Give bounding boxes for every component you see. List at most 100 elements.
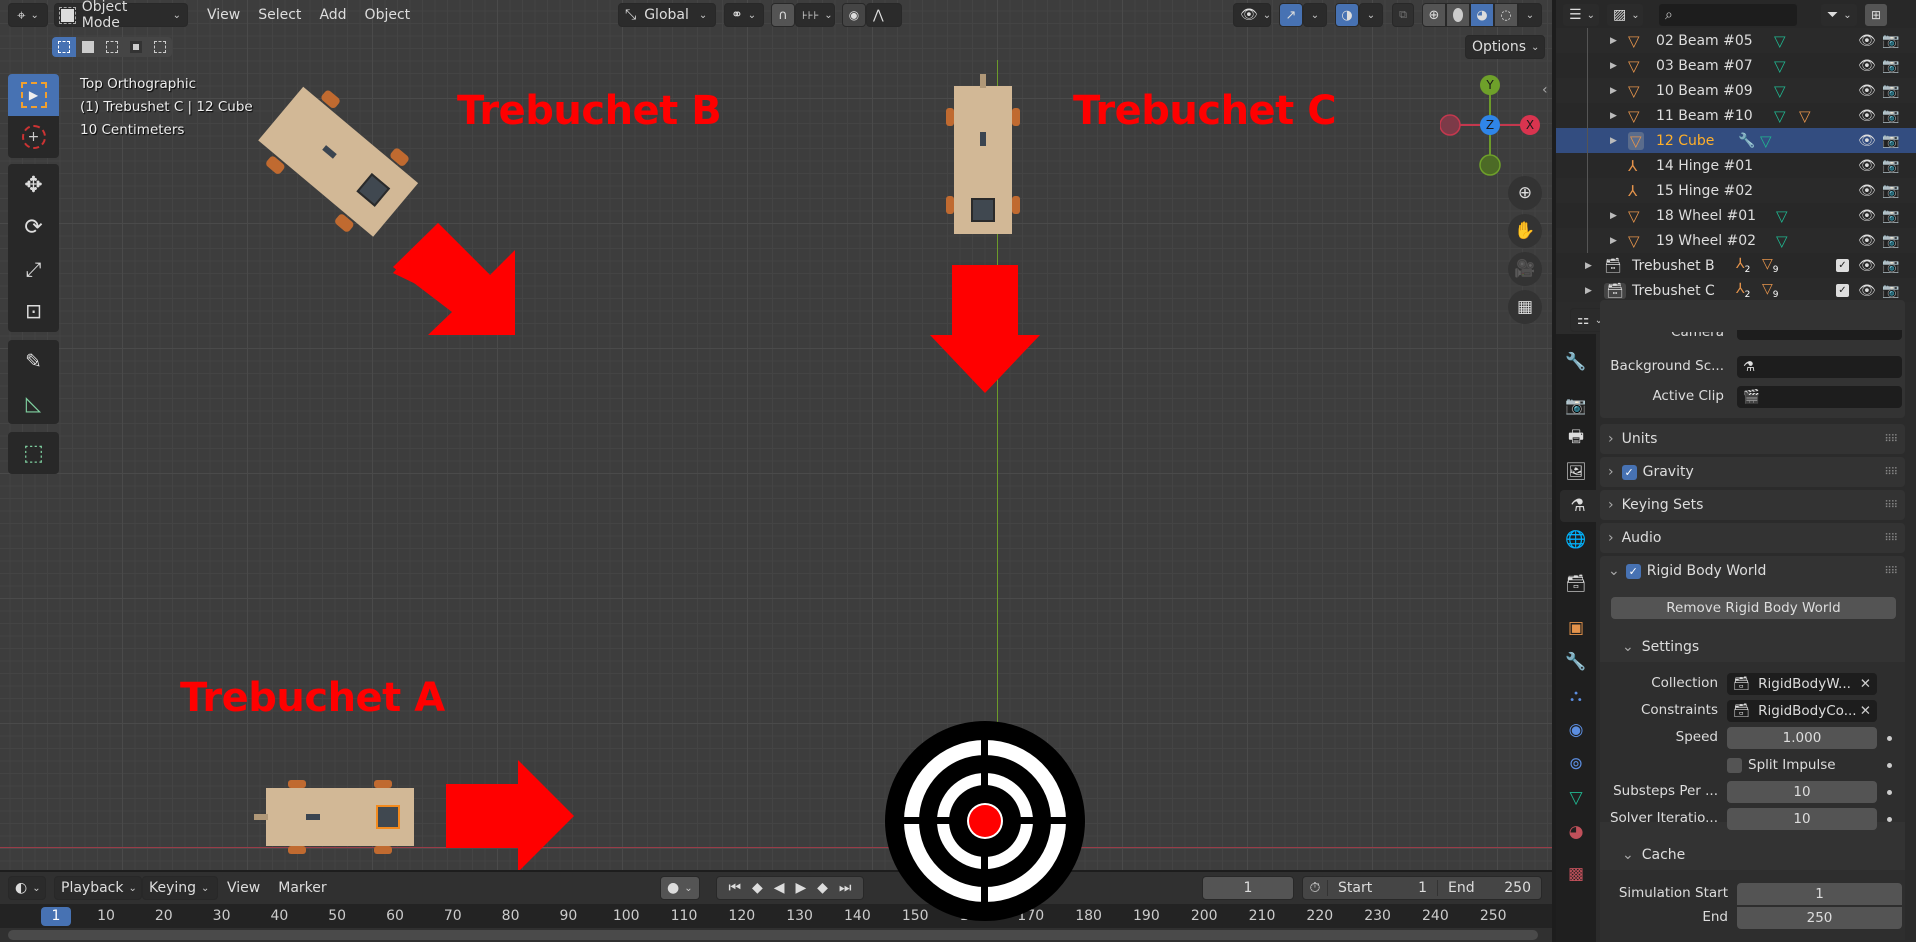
- proportional-edit-toggle[interactable]: ◉: [842, 3, 866, 27]
- cache-subpanel-header[interactable]: ⌄ Cache: [1600, 840, 1905, 870]
- visibility-eye-icon[interactable]: 👁: [1858, 258, 1876, 274]
- split-impulse-checkbox[interactable]: Split Impulse: [1727, 757, 1836, 773]
- play-icon[interactable]: ▶: [795, 880, 806, 896]
- drag-handle-icon[interactable]: ⠿⠿: [1884, 533, 1898, 544]
- overlays-dropdown[interactable]: ⌄: [1359, 3, 1383, 27]
- pan-button[interactable]: ✋: [1508, 214, 1542, 248]
- visibility-eye-icon[interactable]: 👁: [1858, 233, 1876, 249]
- transform-orientation-dropdown[interactable]: ⤡ Global ⌄: [618, 3, 716, 27]
- 3d-viewport[interactable]: ⌖ ⌄ Object Mode ⌄ View Select Add Object ⤡…: [0, 0, 1552, 870]
- outliner-row[interactable]: ⅄ 14 Hinge #01 👁 📷: [1556, 153, 1916, 178]
- tool-select-box[interactable]: ▶: [8, 74, 59, 116]
- filter-view-dropdown[interactable]: ▨ ⌄: [1606, 3, 1644, 27]
- next-keyframe-icon[interactable]: ◆: [817, 880, 828, 896]
- filter-dropdown[interactable]: ⏷ ⌄: [1820, 3, 1858, 27]
- panel-units[interactable]: › Units ⠿⠿: [1600, 424, 1905, 454]
- playhead[interactable]: 1: [41, 907, 71, 926]
- expand-arrow-icon[interactable]: ▶: [1610, 236, 1617, 246]
- outliner-row[interactable]: ▶ ▽ 12 Cube 🔧 ▽ 👁 📷: [1556, 128, 1916, 153]
- tab-texture[interactable]: ▩: [1560, 858, 1592, 890]
- panel-gravity[interactable]: › ✓ Gravity ⠿⠿: [1600, 457, 1905, 487]
- select-subtract-button[interactable]: [100, 37, 124, 57]
- visibility-eye-icon[interactable]: 👁: [1858, 133, 1876, 149]
- tab-collection[interactable]: 🗃: [1560, 568, 1592, 600]
- select-extend-button[interactable]: [76, 37, 100, 57]
- tool-move[interactable]: ✥: [8, 164, 59, 206]
- gizmo-y-negative[interactable]: [1479, 154, 1501, 176]
- simulation-start-field[interactable]: 1: [1737, 883, 1902, 905]
- keying-dropdown[interactable]: Keying ⌄: [142, 876, 218, 900]
- prev-keyframe-icon[interactable]: ◆: [752, 880, 763, 896]
- visibility-eye-icon[interactable]: 👁: [1858, 158, 1876, 174]
- mode-dropdown[interactable]: Object Mode ⌄: [54, 0, 188, 31]
- exclude-checkbox[interactable]: ✓: [1836, 259, 1849, 272]
- expand-arrow-icon[interactable]: ▶: [1610, 211, 1617, 221]
- end-frame-field[interactable]: End 250: [1437, 880, 1541, 896]
- visibility-eye-icon[interactable]: 👁: [1858, 183, 1876, 199]
- select-intersect-button[interactable]: [148, 37, 172, 57]
- jump-end-icon[interactable]: ⏭: [839, 880, 852, 896]
- shading-wireframe[interactable]: ⊕: [1422, 3, 1446, 27]
- menu-add[interactable]: Add: [310, 7, 355, 23]
- outliner-row[interactable]: ⅄ 15 Hinge #02 👁 📷: [1556, 178, 1916, 203]
- outliner-collection-row[interactable]: ▶ 🗃 Trebushet B ⅄2 ▽9 ✓ 👁 📷: [1556, 253, 1916, 278]
- expand-arrow-icon[interactable]: ▶: [1610, 61, 1617, 71]
- tool-rotate[interactable]: ⟳: [8, 206, 59, 248]
- keyframe-dot[interactable]: [1887, 736, 1892, 741]
- visibility-eye-icon[interactable]: 👁: [1858, 83, 1876, 99]
- outliner-row[interactable]: ▶ ▽ 18 Wheel #01 ▽ 👁 📷: [1556, 203, 1916, 228]
- tab-output[interactable]: 🖶: [1560, 422, 1592, 454]
- tool-scale[interactable]: ⤢: [8, 248, 59, 290]
- outliner-row[interactable]: ▶ ▽ 10 Beam #09 ▽ 👁 📷: [1556, 78, 1916, 103]
- frame-ruler[interactable]: 1 10203040506070809010011012013014015016…: [0, 904, 1552, 928]
- tool-cursor[interactable]: +: [8, 116, 59, 158]
- editor-type-button[interactable]: ⌖ ⌄: [8, 3, 48, 27]
- xray-toggle[interactable]: ⧉: [1392, 3, 1414, 27]
- panel-audio[interactable]: › Audio ⠿⠿: [1600, 523, 1905, 553]
- tool-add-cube[interactable]: ⬚: [8, 432, 59, 474]
- drag-handle-icon[interactable]: ⠿⠿: [1884, 500, 1898, 511]
- navigation-gizmo[interactable]: Y X Z: [1440, 70, 1540, 180]
- render-camera-icon[interactable]: 📷: [1882, 133, 1899, 149]
- panel-keying-sets[interactable]: › Keying Sets ⠿⠿: [1600, 490, 1905, 520]
- expand-arrow-icon[interactable]: ▶: [1610, 36, 1617, 46]
- tab-world[interactable]: 🌐: [1560, 524, 1592, 556]
- sidebar-toggle[interactable]: ‹: [1542, 82, 1548, 98]
- render-camera-icon[interactable]: 📷: [1882, 83, 1899, 99]
- render-camera-icon[interactable]: 📷: [1882, 108, 1899, 124]
- collection-field[interactable]: 🗃 RigidBodyW... ✕: [1727, 673, 1877, 695]
- shading-material[interactable]: ◕: [1470, 3, 1494, 27]
- visibility-eye-icon[interactable]: 👁: [1858, 208, 1876, 224]
- trebuchet-c-model[interactable]: [946, 74, 1020, 234]
- split-impulse-check[interactable]: [1727, 757, 1742, 773]
- remove-rigid-body-world-button[interactable]: Remove Rigid Body World: [1611, 597, 1896, 619]
- drag-handle-icon[interactable]: ⠿⠿: [1884, 566, 1898, 577]
- solver-iterations-field[interactable]: 10: [1727, 808, 1877, 830]
- tab-scene[interactable]: ⚗: [1560, 490, 1596, 522]
- expand-arrow-icon[interactable]: ▶: [1610, 86, 1617, 96]
- gravity-checkbox[interactable]: ✓: [1621, 464, 1637, 480]
- constraints-field[interactable]: 🗃 RigidBodyCo... ✕: [1727, 700, 1877, 722]
- selected-cube[interactable]: [376, 805, 400, 829]
- simulation-end-field[interactable]: 250: [1737, 907, 1902, 929]
- outliner-search[interactable]: ⌕: [1658, 3, 1798, 27]
- current-frame-field[interactable]: 1: [1202, 876, 1294, 900]
- tab-physics[interactable]: ◉: [1560, 714, 1592, 746]
- tab-constraints[interactable]: ⊚: [1560, 748, 1592, 780]
- shading-rendered[interactable]: ◌: [1494, 3, 1518, 27]
- camera-view-button[interactable]: 🎥: [1508, 252, 1542, 286]
- visibility-dropdown[interactable]: 👁 ⌄: [1233, 3, 1271, 27]
- tab-modifiers[interactable]: 🔧: [1560, 646, 1592, 678]
- visibility-eye-icon[interactable]: 👁: [1858, 108, 1876, 124]
- render-camera-icon[interactable]: 📷: [1882, 58, 1899, 74]
- timeline-menu-view[interactable]: View: [218, 880, 269, 896]
- pivot-point-dropdown[interactable]: ⚭ ⌄: [724, 3, 764, 27]
- jump-start-icon[interactable]: ⏮: [728, 880, 741, 896]
- timeline-menu-marker[interactable]: Marker: [269, 880, 335, 896]
- render-camera-icon[interactable]: 📷: [1882, 183, 1899, 199]
- render-camera-icon[interactable]: 📷: [1882, 208, 1899, 224]
- drag-handle-icon[interactable]: ⠿⠿: [1884, 467, 1898, 478]
- tab-object[interactable]: ▣: [1560, 612, 1592, 644]
- shading-dropdown[interactable]: ⌄: [1518, 3, 1542, 27]
- menu-view[interactable]: View: [198, 7, 249, 23]
